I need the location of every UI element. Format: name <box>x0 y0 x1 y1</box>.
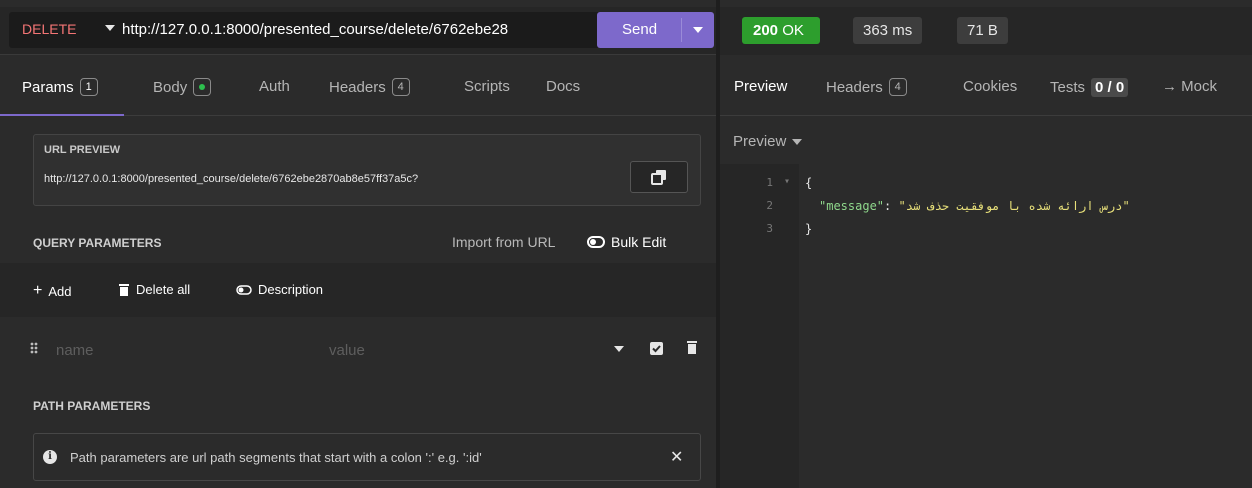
check-icon <box>652 345 661 353</box>
bulk-edit-toggle[interactable]: Bulk Edit <box>587 234 666 250</box>
query-param-row: name value <box>0 326 716 374</box>
url-preview-title: URL PREVIEW <box>44 144 121 156</box>
send-options-caret-icon[interactable] <box>693 27 703 33</box>
add-param-button[interactable]: + Add <box>33 282 71 300</box>
description-label: Description <box>258 282 324 297</box>
param-value-input[interactable]: value <box>329 342 365 359</box>
response-pane: 200 OK 363 ms 71 B Preview Headers 4 Coo… <box>720 0 1252 488</box>
status-badge: 200 OK <box>742 17 820 44</box>
params-count-badge: 1 <box>79 78 98 96</box>
tab-auth-label: Auth <box>259 78 290 95</box>
tab-headers-label: Headers <box>329 78 386 96</box>
tab-headers[interactable]: Headers 4 <box>329 78 410 96</box>
request-url-bar: DELETE http://127.0.0.1:8000/presented_c… <box>0 7 716 55</box>
chevron-down-icon <box>792 138 803 145</box>
tab-tests[interactable]: Tests 0 / 0 <box>1050 78 1129 97</box>
query-parameters-title: QUERY PARAMETERS <box>33 236 162 250</box>
send-button[interactable]: Send <box>597 12 714 48</box>
close-icon[interactable]: ✕ <box>670 447 683 467</box>
tab-body-label: Body <box>153 78 188 96</box>
copy-icon <box>651 170 666 185</box>
delete-param-trash-icon[interactable] <box>686 340 698 354</box>
url-preview-text: http://127.0.0.1:8000/presented_course/d… <box>44 173 419 185</box>
response-size-badge: 71 B <box>957 17 1008 44</box>
json-close-brace: } <box>805 222 813 236</box>
response-status-bar: 200 OK 363 ms 71 B <box>720 7 1252 55</box>
fold-arrow-icon[interactable]: ▾ <box>784 176 790 187</box>
query-params-toolbar: + Add Delete all Description <box>0 263 716 317</box>
preview-mode-dropdown[interactable]: Preview <box>733 133 803 150</box>
tab-mock-label: → Mock <box>1162 78 1218 95</box>
delete-all-label: Delete all <box>136 282 191 297</box>
tab-auth[interactable]: Auth <box>259 78 290 95</box>
param-enabled-checkbox[interactable] <box>650 342 663 355</box>
path-parameters-title: PATH PARAMETERS <box>33 399 151 413</box>
tab-docs[interactable]: Docs <box>546 78 580 95</box>
tests-count-badge: 0 / 0 <box>1091 78 1129 97</box>
request-pane: DELETE http://127.0.0.1:8000/presented_c… <box>0 0 716 488</box>
tab-tests-label: Tests <box>1050 79 1086 96</box>
url-preview-panel: URL PREVIEW http://127.0.0.1:8000/presen… <box>33 134 701 206</box>
status-code: 200 <box>753 22 779 39</box>
param-name-input[interactable]: name <box>56 342 94 359</box>
url-input-container[interactable]: DELETE http://127.0.0.1:8000/presented_c… <box>9 12 607 48</box>
tab-response-headers[interactable]: Headers 4 <box>826 78 907 96</box>
json-value: "درس ارائه شده با موفقیت حذف شد" <box>898 199 1130 213</box>
line-number: 3 <box>766 222 773 235</box>
add-param-label: Add <box>48 283 72 299</box>
tab-params-label: Params <box>22 78 74 96</box>
info-icon: i <box>43 450 57 464</box>
copy-url-button[interactable] <box>630 161 688 193</box>
request-tabs: Params 1 Body Auth Headers 4 Scripts Doc… <box>0 56 716 116</box>
body-status-dot-icon <box>193 78 212 96</box>
response-json-preview: { "message": "درس ارائه شده با موفقیت حذ… <box>799 164 1252 488</box>
description-toggle[interactable]: Description <box>236 282 323 297</box>
headers-count-badge: 4 <box>391 78 410 96</box>
send-button-divider <box>681 18 682 42</box>
drag-handle-icon[interactable] <box>30 342 38 354</box>
json-key: "message" <box>819 199 885 213</box>
tab-response-headers-label: Headers <box>826 78 883 96</box>
toggle-icon <box>236 284 252 295</box>
tab-params[interactable]: Params 1 <box>22 78 98 96</box>
response-headers-count-badge: 4 <box>888 78 907 96</box>
path-params-info-box: i Path parameters are url path segments … <box>33 433 701 481</box>
tab-cookies-label: Cookies <box>963 78 1018 95</box>
path-params-info-text: Path parameters are url path segments th… <box>70 450 482 465</box>
response-time-badge: 363 ms <box>853 17 923 44</box>
url-input[interactable]: http://127.0.0.1:8000/presented_course/d… <box>122 21 508 38</box>
delete-all-button[interactable]: Delete all <box>118 282 190 297</box>
toggle-icon <box>587 236 605 248</box>
code-gutter: 1 ▾ 2 3 <box>720 164 799 488</box>
tab-docs-label: Docs <box>546 78 581 95</box>
tab-body[interactable]: Body <box>153 78 212 96</box>
preview-mode-label: Preview <box>733 133 787 150</box>
json-line: "message": "درس ارائه شده با موفقیت حذف … <box>819 199 1130 213</box>
active-tab-indicator <box>0 114 124 116</box>
import-from-url-button[interactable]: Import from URL <box>452 234 555 250</box>
tab-scripts-label: Scripts <box>464 78 510 95</box>
bulk-edit-label: Bulk Edit <box>611 234 667 250</box>
tab-cookies[interactable]: Cookies <box>963 78 1017 95</box>
plus-icon: + <box>33 282 43 299</box>
json-open-brace: { <box>805 176 813 190</box>
status-text: OK <box>782 22 804 39</box>
response-tabs: Preview Headers 4 Cookies Tests 0 / 0 → … <box>720 56 1252 116</box>
tab-mock[interactable]: → Mock <box>1162 78 1217 95</box>
line-number: 1 <box>766 176 773 189</box>
tab-scripts[interactable]: Scripts <box>464 78 510 95</box>
tab-preview-label: Preview <box>734 78 788 95</box>
method-caret-icon[interactable] <box>105 25 115 31</box>
send-button-label: Send <box>622 21 658 38</box>
param-type-caret-icon[interactable] <box>614 346 624 352</box>
trash-icon <box>119 284 129 296</box>
line-number: 2 <box>766 199 773 212</box>
tab-preview[interactable]: Preview <box>734 78 787 95</box>
method-selector[interactable]: DELETE <box>22 21 76 37</box>
json-separator: : <box>884 199 899 213</box>
